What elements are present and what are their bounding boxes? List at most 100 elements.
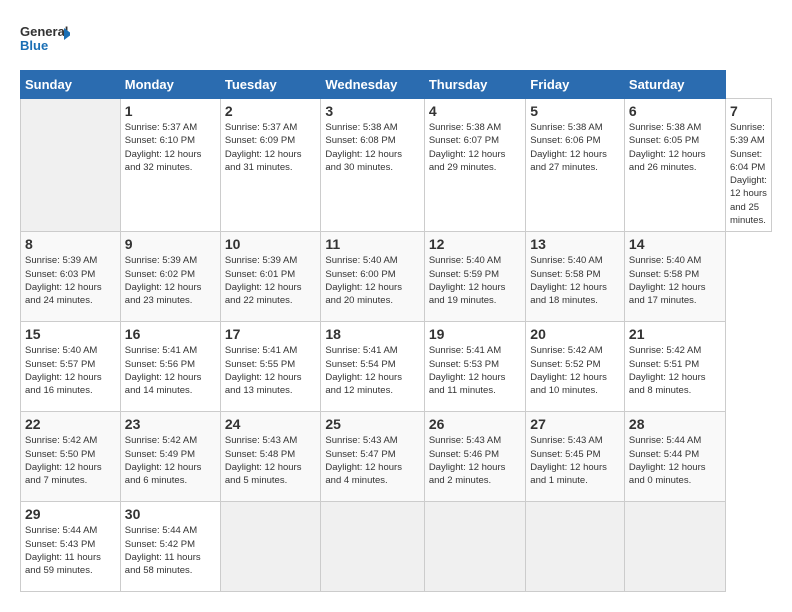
calendar-day-cell: 10 Sunrise: 5:39 AM Sunset: 6:01 PM Dayl… bbox=[220, 232, 320, 322]
calendar-day-cell: 18 Sunrise: 5:41 AM Sunset: 5:54 PM Dayl… bbox=[321, 322, 424, 412]
day-info: Sunrise: 5:42 AM Sunset: 5:52 PM Dayligh… bbox=[530, 344, 620, 397]
svg-text:General: General bbox=[20, 24, 68, 39]
calendar-day-cell bbox=[526, 502, 625, 592]
day-number: 22 bbox=[25, 416, 116, 432]
day-number: 15 bbox=[25, 326, 116, 342]
day-info: Sunrise: 5:39 AM Sunset: 6:02 PM Dayligh… bbox=[125, 254, 216, 307]
day-number: 29 bbox=[25, 506, 116, 522]
weekday-header-friday: Friday bbox=[526, 71, 625, 99]
weekday-header-tuesday: Tuesday bbox=[220, 71, 320, 99]
calendar-day-cell: 30 Sunrise: 5:44 AM Sunset: 5:42 PM Dayl… bbox=[120, 502, 220, 592]
day-number: 28 bbox=[629, 416, 721, 432]
day-number: 27 bbox=[530, 416, 620, 432]
calendar-day-cell: 14 Sunrise: 5:40 AM Sunset: 5:58 PM Dayl… bbox=[624, 232, 725, 322]
weekday-header-saturday: Saturday bbox=[624, 71, 725, 99]
calendar-week-row: 22 Sunrise: 5:42 AM Sunset: 5:50 PM Dayl… bbox=[21, 412, 772, 502]
day-number: 4 bbox=[429, 103, 521, 119]
calendar-day-cell bbox=[424, 502, 525, 592]
day-info: Sunrise: 5:41 AM Sunset: 5:56 PM Dayligh… bbox=[125, 344, 216, 397]
day-number: 17 bbox=[225, 326, 316, 342]
day-info: Sunrise: 5:39 AM Sunset: 6:04 PM Dayligh… bbox=[730, 121, 767, 227]
day-info: Sunrise: 5:44 AM Sunset: 5:42 PM Dayligh… bbox=[125, 524, 216, 577]
day-info: Sunrise: 5:43 AM Sunset: 5:46 PM Dayligh… bbox=[429, 434, 521, 487]
day-info: Sunrise: 5:37 AM Sunset: 6:09 PM Dayligh… bbox=[225, 121, 316, 174]
calendar-day-cell: 17 Sunrise: 5:41 AM Sunset: 5:55 PM Dayl… bbox=[220, 322, 320, 412]
calendar-day-cell: 11 Sunrise: 5:40 AM Sunset: 6:00 PM Dayl… bbox=[321, 232, 424, 322]
day-number: 11 bbox=[325, 236, 419, 252]
day-info: Sunrise: 5:43 AM Sunset: 5:47 PM Dayligh… bbox=[325, 434, 419, 487]
day-number: 23 bbox=[125, 416, 216, 432]
calendar-day-cell: 1 Sunrise: 5:37 AM Sunset: 6:10 PM Dayli… bbox=[120, 99, 220, 232]
calendar-day-cell: 13 Sunrise: 5:40 AM Sunset: 5:58 PM Dayl… bbox=[526, 232, 625, 322]
calendar-day-cell: 25 Sunrise: 5:43 AM Sunset: 5:47 PM Dayl… bbox=[321, 412, 424, 502]
day-number: 18 bbox=[325, 326, 419, 342]
calendar-day-cell: 4 Sunrise: 5:38 AM Sunset: 6:07 PM Dayli… bbox=[424, 99, 525, 232]
day-info: Sunrise: 5:40 AM Sunset: 5:59 PM Dayligh… bbox=[429, 254, 521, 307]
generalblue-logo-icon: General Blue bbox=[20, 20, 70, 60]
calendar-day-cell: 7 Sunrise: 5:39 AM Sunset: 6:04 PM Dayli… bbox=[725, 99, 771, 232]
calendar-day-cell: 16 Sunrise: 5:41 AM Sunset: 5:56 PM Dayl… bbox=[120, 322, 220, 412]
calendar-week-row: 15 Sunrise: 5:40 AM Sunset: 5:57 PM Dayl… bbox=[21, 322, 772, 412]
day-info: Sunrise: 5:38 AM Sunset: 6:05 PM Dayligh… bbox=[629, 121, 721, 174]
day-number: 16 bbox=[125, 326, 216, 342]
day-info: Sunrise: 5:39 AM Sunset: 6:03 PM Dayligh… bbox=[25, 254, 116, 307]
day-number: 25 bbox=[325, 416, 419, 432]
day-info: Sunrise: 5:41 AM Sunset: 5:53 PM Dayligh… bbox=[429, 344, 521, 397]
day-info: Sunrise: 5:44 AM Sunset: 5:44 PM Dayligh… bbox=[629, 434, 721, 487]
day-number: 30 bbox=[125, 506, 216, 522]
calendar-table: SundayMondayTuesdayWednesdayThursdayFrid… bbox=[20, 70, 772, 592]
day-number: 5 bbox=[530, 103, 620, 119]
day-number: 9 bbox=[125, 236, 216, 252]
logo: General Blue bbox=[20, 20, 70, 60]
day-number: 14 bbox=[629, 236, 721, 252]
day-info: Sunrise: 5:38 AM Sunset: 6:08 PM Dayligh… bbox=[325, 121, 419, 174]
calendar-week-row: 1 Sunrise: 5:37 AM Sunset: 6:10 PM Dayli… bbox=[21, 99, 772, 232]
calendar-day-cell: 9 Sunrise: 5:39 AM Sunset: 6:02 PM Dayli… bbox=[120, 232, 220, 322]
day-number: 8 bbox=[25, 236, 116, 252]
calendar-day-cell: 2 Sunrise: 5:37 AM Sunset: 6:09 PM Dayli… bbox=[220, 99, 320, 232]
calendar-day-cell: 6 Sunrise: 5:38 AM Sunset: 6:05 PM Dayli… bbox=[624, 99, 725, 232]
calendar-day-cell bbox=[624, 502, 725, 592]
day-info: Sunrise: 5:43 AM Sunset: 5:45 PM Dayligh… bbox=[530, 434, 620, 487]
day-info: Sunrise: 5:39 AM Sunset: 6:01 PM Dayligh… bbox=[225, 254, 316, 307]
calendar-day-cell: 3 Sunrise: 5:38 AM Sunset: 6:08 PM Dayli… bbox=[321, 99, 424, 232]
day-number: 6 bbox=[629, 103, 721, 119]
day-info: Sunrise: 5:37 AM Sunset: 6:10 PM Dayligh… bbox=[125, 121, 216, 174]
calendar-day-cell: 21 Sunrise: 5:42 AM Sunset: 5:51 PM Dayl… bbox=[624, 322, 725, 412]
weekday-header-wednesday: Wednesday bbox=[321, 71, 424, 99]
weekday-header-sunday: Sunday bbox=[21, 71, 121, 99]
calendar-day-cell: 24 Sunrise: 5:43 AM Sunset: 5:48 PM Dayl… bbox=[220, 412, 320, 502]
day-number: 3 bbox=[325, 103, 419, 119]
day-number: 13 bbox=[530, 236, 620, 252]
day-number: 26 bbox=[429, 416, 521, 432]
calendar-day-cell: 15 Sunrise: 5:40 AM Sunset: 5:57 PM Dayl… bbox=[21, 322, 121, 412]
empty-cell bbox=[21, 99, 121, 232]
header: General Blue bbox=[20, 20, 772, 60]
day-info: Sunrise: 5:40 AM Sunset: 5:57 PM Dayligh… bbox=[25, 344, 116, 397]
day-number: 7 bbox=[730, 103, 767, 119]
calendar-day-cell: 26 Sunrise: 5:43 AM Sunset: 5:46 PM Dayl… bbox=[424, 412, 525, 502]
svg-text:Blue: Blue bbox=[20, 38, 48, 53]
day-info: Sunrise: 5:41 AM Sunset: 5:54 PM Dayligh… bbox=[325, 344, 419, 397]
day-info: Sunrise: 5:40 AM Sunset: 5:58 PM Dayligh… bbox=[530, 254, 620, 307]
day-info: Sunrise: 5:40 AM Sunset: 6:00 PM Dayligh… bbox=[325, 254, 419, 307]
day-info: Sunrise: 5:42 AM Sunset: 5:51 PM Dayligh… bbox=[629, 344, 721, 397]
calendar-day-cell: 5 Sunrise: 5:38 AM Sunset: 6:06 PM Dayli… bbox=[526, 99, 625, 232]
calendar-day-cell: 20 Sunrise: 5:42 AM Sunset: 5:52 PM Dayl… bbox=[526, 322, 625, 412]
day-info: Sunrise: 5:42 AM Sunset: 5:49 PM Dayligh… bbox=[125, 434, 216, 487]
calendar-day-cell: 22 Sunrise: 5:42 AM Sunset: 5:50 PM Dayl… bbox=[21, 412, 121, 502]
calendar-week-row: 8 Sunrise: 5:39 AM Sunset: 6:03 PM Dayli… bbox=[21, 232, 772, 322]
calendar-day-cell: 28 Sunrise: 5:44 AM Sunset: 5:44 PM Dayl… bbox=[624, 412, 725, 502]
day-info: Sunrise: 5:38 AM Sunset: 6:07 PM Dayligh… bbox=[429, 121, 521, 174]
day-number: 12 bbox=[429, 236, 521, 252]
day-info: Sunrise: 5:42 AM Sunset: 5:50 PM Dayligh… bbox=[25, 434, 116, 487]
day-number: 10 bbox=[225, 236, 316, 252]
calendar-day-cell: 29 Sunrise: 5:44 AM Sunset: 5:43 PM Dayl… bbox=[21, 502, 121, 592]
day-number: 20 bbox=[530, 326, 620, 342]
day-number: 2 bbox=[225, 103, 316, 119]
day-number: 24 bbox=[225, 416, 316, 432]
day-number: 19 bbox=[429, 326, 521, 342]
calendar-week-row: 29 Sunrise: 5:44 AM Sunset: 5:43 PM Dayl… bbox=[21, 502, 772, 592]
day-info: Sunrise: 5:38 AM Sunset: 6:06 PM Dayligh… bbox=[530, 121, 620, 174]
calendar-day-cell: 12 Sunrise: 5:40 AM Sunset: 5:59 PM Dayl… bbox=[424, 232, 525, 322]
